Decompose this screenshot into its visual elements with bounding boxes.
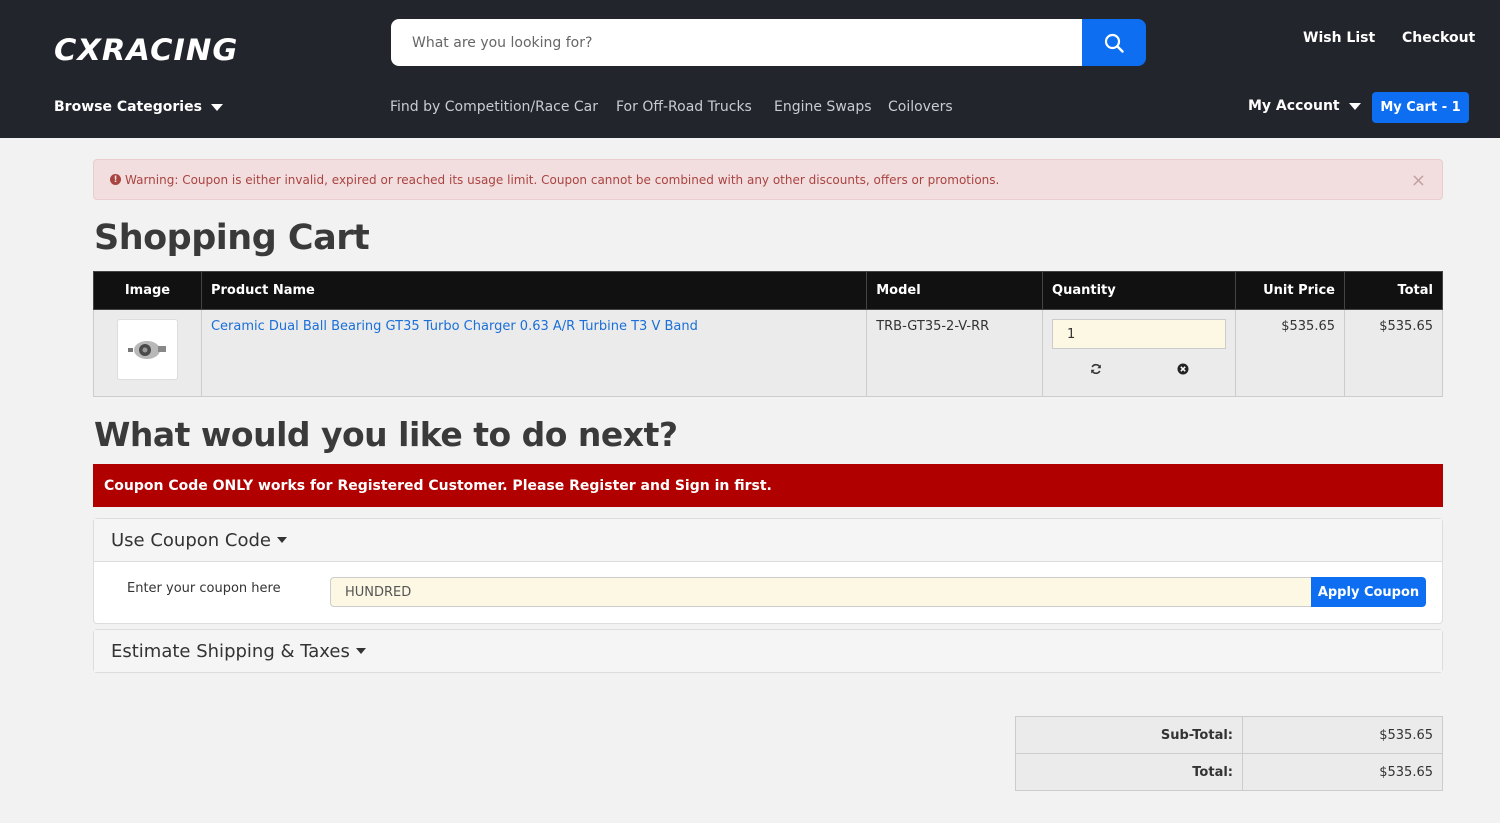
checkout-link[interactable]: Checkout	[1402, 30, 1475, 46]
coupon-panel-body: Enter your coupon here Apply Coupon	[94, 561, 1442, 623]
coupon-warning-alert: ! Warning: Coupon is either invalid, exp…	[93, 159, 1443, 200]
coupon-panel-heading: Use Coupon Code	[111, 529, 271, 551]
column-header-total: Total	[1344, 271, 1443, 310]
column-header-quantity: Quantity	[1042, 271, 1237, 310]
close-icon[interactable]: ×	[1411, 170, 1426, 191]
search-input[interactable]	[391, 19, 1083, 66]
column-header-unit-price: Unit Price	[1235, 271, 1345, 310]
nav-link-engine-swaps[interactable]: Engine Swaps	[774, 99, 872, 115]
table-row: Ceramic Dual Ball Bearing GT35 Turbo Cha…	[93, 309, 1443, 397]
nav-link-off-road[interactable]: For Off-Road Trucks	[616, 99, 752, 115]
my-account-menu[interactable]: My Account	[1248, 98, 1361, 114]
my-account-label: My Account	[1248, 98, 1340, 114]
coupon-label: Enter your coupon here	[127, 581, 281, 596]
caret-down-icon	[355, 648, 366, 654]
total-value: $535.65	[1242, 753, 1443, 791]
chevron-down-icon	[210, 103, 223, 111]
shipping-panel-toggle[interactable]: Estimate Shipping & Taxes	[94, 630, 1442, 672]
search-bar	[391, 19, 1146, 66]
subtotal-value: $535.65	[1242, 716, 1443, 754]
product-name-link[interactable]: Ceramic Dual Ball Bearing GT35 Turbo Cha…	[211, 319, 698, 334]
my-cart-button[interactable]: My Cart - 1	[1372, 92, 1469, 123]
product-model: TRB-GT35-2-V-RR	[866, 309, 1044, 397]
coupon-registration-banner: Coupon Code ONLY works for Registered Cu…	[93, 464, 1443, 507]
browse-categories-label: Browse Categories	[54, 99, 202, 115]
quantity-actions	[1052, 363, 1226, 375]
search-button[interactable]	[1082, 19, 1146, 66]
remove-circle-icon[interactable]	[1177, 363, 1189, 375]
refresh-icon[interactable]	[1090, 363, 1102, 375]
product-thumbnail[interactable]	[116, 319, 178, 380]
apply-coupon-button[interactable]: Apply Coupon	[1311, 577, 1426, 607]
turbo-image	[128, 340, 167, 359]
column-header-model: Model	[866, 271, 1044, 310]
coupon-panel: Use Coupon Code Enter your coupon here A…	[93, 518, 1443, 624]
page-title: Shopping Cart	[94, 218, 370, 258]
caret-down-icon	[277, 537, 287, 543]
wish-list-link[interactable]: Wish List	[1303, 30, 1375, 46]
next-steps-title: What would you like to do next?	[94, 415, 678, 454]
subtotal-label: Sub-Total:	[1015, 716, 1243, 754]
line-total: $535.65	[1344, 309, 1443, 397]
column-header-product-name: Product Name	[200, 271, 868, 310]
cart-table: Image Product Name Model Quantity Unit P…	[93, 271, 1443, 397]
brand-logo[interactable]: CXRACING	[54, 33, 238, 67]
totals-table: Sub-Total: $535.65 Total: $535.65	[1015, 716, 1443, 791]
chevron-down-icon	[1348, 102, 1361, 110]
exclamation-circle-icon: !	[110, 174, 121, 185]
nav-link-coilovers[interactable]: Coilovers	[888, 99, 953, 115]
site-header: CXRACING Wish List Checkout Browse Categ…	[0, 0, 1500, 138]
total-label: Total:	[1015, 753, 1243, 791]
coupon-input[interactable]	[330, 577, 1312, 607]
unit-price: $535.65	[1235, 309, 1345, 397]
browse-categories-menu[interactable]: Browse Categories	[54, 99, 223, 115]
column-header-image: Image	[93, 271, 202, 310]
nav-link-competition[interactable]: Find by Competition/Race Car	[390, 99, 598, 115]
coupon-panel-toggle[interactable]: Use Coupon Code	[94, 519, 1442, 561]
shipping-panel: Estimate Shipping & Taxes	[93, 629, 1443, 673]
search-icon	[1104, 33, 1124, 53]
alert-message: Warning: Coupon is either invalid, expir…	[125, 172, 1000, 187]
shipping-panel-heading: Estimate Shipping & Taxes	[111, 640, 350, 662]
table-row: Sub-Total: $535.65	[1015, 716, 1443, 754]
table-row: Total: $535.65	[1015, 753, 1443, 791]
quantity-input[interactable]	[1052, 319, 1227, 349]
